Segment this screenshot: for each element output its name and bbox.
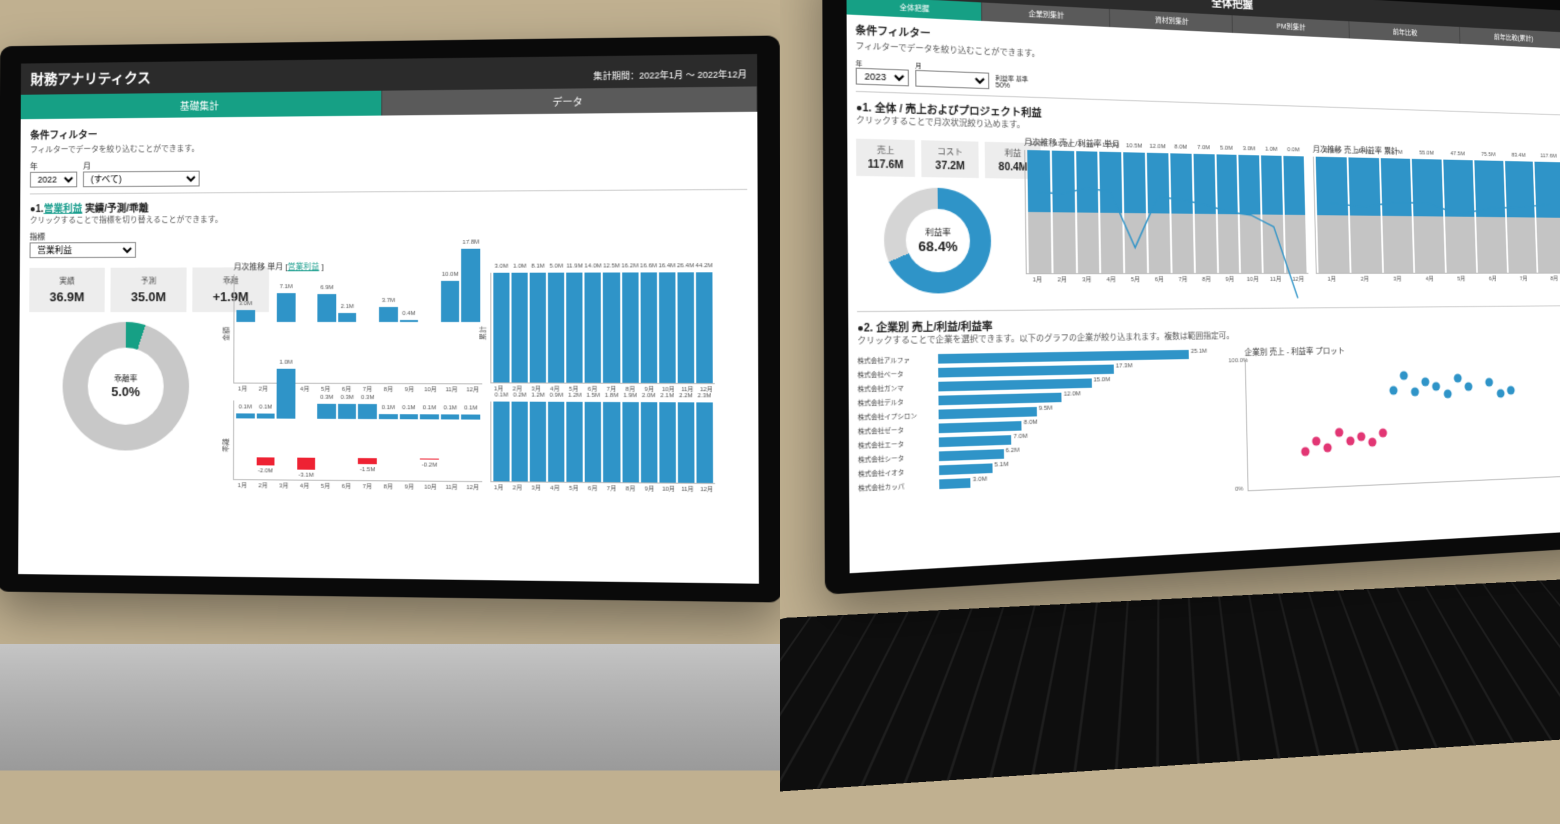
- chart-ruikei-bars[interactable]: 3.0M1.0M8.1M5.0M11.9M14.0M12.5M16.2M16.6…: [490, 272, 715, 384]
- left-laptop: 財務アナリティクス 集計期間：2022年1月 ～ 2022年12月 基礎集計 デ…: [0, 36, 780, 603]
- scatter-plot[interactable]: 100.0% 0%: [1245, 354, 1560, 491]
- r-year-select[interactable]: 2023: [856, 68, 909, 87]
- chart1-ylabel: 金額: [222, 327, 232, 341]
- month-label: 月: [83, 160, 200, 172]
- kpi-forecast: 予測35.0M: [110, 268, 186, 313]
- chart1-title: 月次推移 単月 [営業利益 ]: [234, 261, 483, 273]
- indicator-select[interactable]: 営業利益: [30, 242, 136, 258]
- r-kpi-cost: コスト37.2M: [921, 140, 979, 178]
- chart-monthly-bars[interactable]: 3.0M-2.0M7.1M-3.1M6.9M2.1M-1.5M3.7M0.4M-…: [233, 274, 482, 385]
- chart-ruikei-kairi[interactable]: 0.1M0.2M1.2M0.9M1.2M1.5M1.8M1.9M2.0M2.1M…: [490, 402, 715, 485]
- right-dashboard: 全体把握 全体把握 企業別集計 資材別集計 PM別集計 前年比較 前年比較(累計…: [846, 0, 1560, 573]
- company-hbars[interactable]: 株式会社アルファ25.1M株式会社ベータ17.3M株式会社ガンマ15.0M株式会…: [857, 347, 1238, 509]
- tab-basic[interactable]: 基礎集計: [21, 91, 383, 120]
- r-month-select[interactable]: [915, 70, 989, 89]
- right-donut: 利益率68.4%: [884, 187, 992, 294]
- filter-sub: フィルターでデータを絞り込むことができます。: [30, 138, 747, 155]
- year-label: 年: [30, 161, 77, 172]
- right-laptop: 全体把握 全体把握 企業別集計 資材別集計 PM別集計 前年比較 前年比較(累計…: [822, 0, 1560, 595]
- period-label: 集計期間：2022年1月 ～ 2022年12月: [593, 67, 747, 82]
- chart-kairi-bars[interactable]: 0.1M0.1M1.0M-0.3M0.3M0.3M0.3M0.1M0.1M0.1…: [233, 400, 482, 482]
- app-title: 財務アナリティクス: [30, 68, 150, 89]
- left-dashboard: 財務アナリティクス 集計期間：2022年1月 ～ 2022年12月 基礎集計 デ…: [18, 54, 759, 584]
- year-select[interactable]: 2022: [30, 172, 77, 188]
- right-title: 全体把握: [1211, 0, 1253, 12]
- left-donut: 乖離率5.0%: [62, 322, 189, 451]
- r-kpi-sales: 売上117.6M: [856, 139, 915, 177]
- tab-data[interactable]: データ: [382, 86, 757, 115]
- kpi-actual: 実績36.9M: [29, 268, 105, 312]
- indicator-label: 指標: [30, 229, 748, 243]
- month-select[interactable]: (すべて): [83, 171, 200, 188]
